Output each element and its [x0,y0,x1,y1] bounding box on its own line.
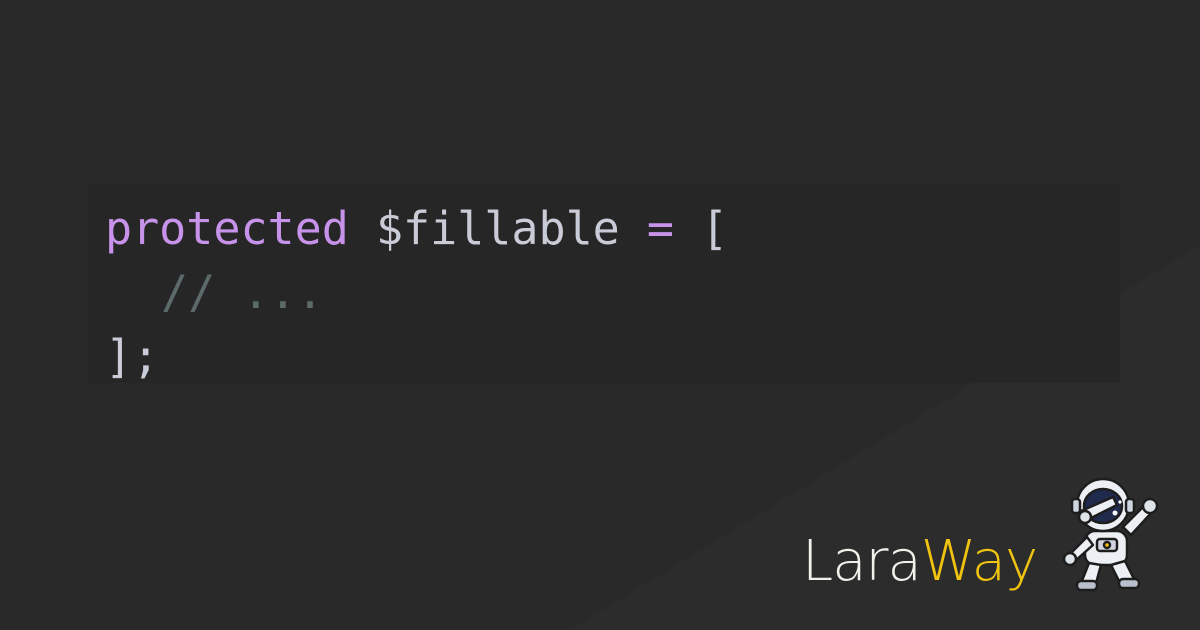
code-comment: // ... [161,266,324,319]
code-variable: $fillable [375,202,620,255]
code-line-3: ]; [105,325,1120,389]
logo-text-way: Way [920,529,1038,594]
code-open-bracket: [ [701,202,729,255]
code-keyword: protected [105,202,349,255]
code-operator: = [646,202,674,255]
code-line-1: protected $fillable = [ [105,197,1120,261]
laraway-logo: LaraWay [802,527,1038,597]
code-snippet: protected $fillable = [ // ... ]; [88,183,1120,383]
logo-text-lara: Lara [802,529,922,594]
code-closing: ]; [105,330,160,383]
astronaut-dab-icon [1062,477,1159,592]
code-line-2: // ... [105,261,1120,325]
